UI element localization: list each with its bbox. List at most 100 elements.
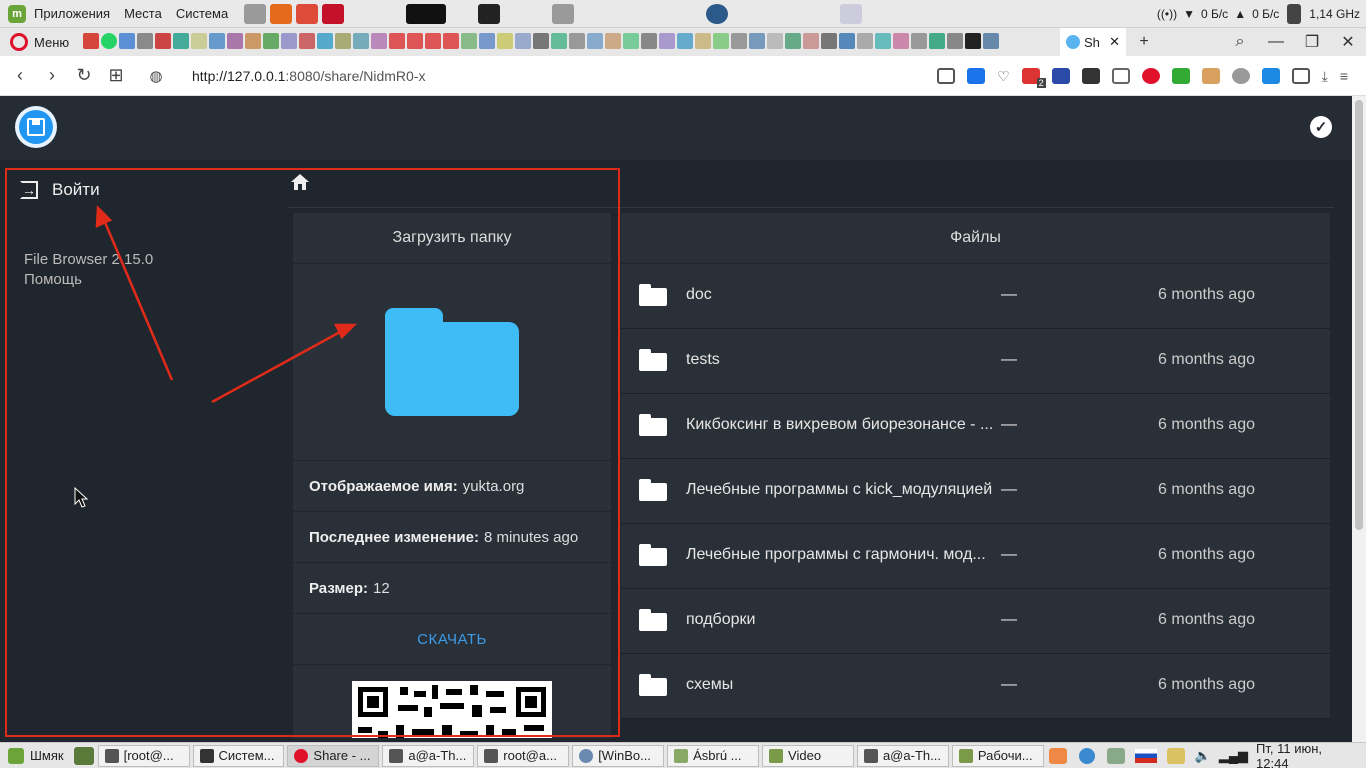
opera-logo-icon[interactable]	[10, 33, 28, 51]
file-row[interactable]: схемы — 6 months ago	[621, 654, 1330, 719]
reader-icon[interactable]	[1111, 67, 1130, 84]
opera-launcher-icon[interactable]	[322, 3, 345, 24]
tab-favicon[interactable]	[119, 33, 136, 49]
tab-share-active[interactable]: Sh ✕	[1060, 28, 1126, 56]
url-field[interactable]: http://127.0.0.1:8080/share/NidmR0-x	[192, 68, 425, 84]
tab-favicon[interactable]	[317, 33, 334, 49]
tab-favicon[interactable]	[209, 33, 226, 49]
tab-favicon[interactable]	[911, 33, 928, 49]
tab-favicon[interactable]	[821, 33, 838, 49]
tab-favicon[interactable]	[227, 33, 244, 49]
tab-favicon[interactable]	[641, 33, 658, 49]
tab-favicon[interactable]	[353, 33, 370, 49]
task-button[interactable]: a@a-Th...	[382, 744, 475, 767]
file-row[interactable]: Лечебные программы с гармонич. мод... — …	[621, 524, 1330, 589]
face-extension-icon[interactable]	[1201, 67, 1220, 84]
tab-favicon[interactable]	[515, 33, 532, 49]
tab-favicon[interactable]	[983, 33, 1000, 49]
tab-favicon[interactable]	[263, 33, 280, 49]
browser-menu-button[interactable]: Меню	[34, 35, 69, 50]
menu-dots-icon[interactable]: ≡	[1340, 68, 1348, 84]
tab-favicon[interactable]	[245, 33, 262, 49]
globe-icon[interactable]: ◍	[140, 67, 172, 85]
layers-icon[interactable]	[1261, 67, 1280, 84]
tab-favicon[interactable]	[533, 33, 550, 49]
tab-favicon[interactable]	[587, 33, 604, 49]
network-signal-icon[interactable]: ▂▄▆	[1219, 748, 1248, 764]
system-monitor-icon[interactable]	[406, 3, 447, 24]
version-link[interactable]: File Browser 2.15.0	[24, 250, 153, 270]
tab-favicon[interactable]	[137, 33, 154, 49]
menu-applications[interactable]: Приложения	[34, 6, 110, 21]
task-button[interactable]: a@a-Th...	[856, 744, 949, 767]
clock[interactable]: Пт, 11 июн, 12:44	[1256, 741, 1358, 768]
show-desktop-icon[interactable]	[73, 746, 94, 765]
home-icon[interactable]	[290, 172, 310, 192]
task-button[interactable]: Share - ...	[287, 744, 380, 767]
file-row[interactable]: tests — 6 months ago	[621, 329, 1330, 394]
tab-favicon[interactable]	[659, 33, 676, 49]
camera-icon[interactable]	[937, 67, 956, 84]
d-extension-icon[interactable]	[1051, 67, 1070, 84]
maximize-button[interactable]: ❐	[1294, 32, 1330, 52]
tab-favicon[interactable]	[929, 33, 946, 49]
tab-favicon[interactable]	[965, 33, 982, 49]
help-link[interactable]: Помощь	[24, 270, 153, 290]
gmail-icon[interactable]	[83, 33, 100, 49]
tab-favicon[interactable]	[947, 33, 964, 49]
tab-favicon[interactable]	[623, 33, 640, 49]
tab-favicon[interactable]	[497, 33, 514, 49]
download-button[interactable]: СКАЧАТЬ	[293, 614, 611, 665]
globe-icon[interactable]	[706, 3, 729, 24]
tab-favicon[interactable]	[785, 33, 802, 49]
tab-favicon[interactable]	[875, 33, 892, 49]
calculator-icon[interactable]	[552, 3, 575, 24]
chrome-icon[interactable]	[296, 3, 319, 24]
tab-favicon[interactable]	[605, 33, 622, 49]
tab-favicon[interactable]	[569, 33, 586, 49]
scrollbar-thumb[interactable]	[1355, 100, 1363, 530]
task-button[interactable]: Систем...	[192, 744, 285, 767]
tab-favicon[interactable]	[173, 33, 190, 49]
task-button[interactable]: Video	[762, 744, 854, 767]
task-button[interactable]: Ásbrú ...	[667, 744, 760, 767]
tab-favicon[interactable]	[677, 33, 694, 49]
tab-favicon[interactable]	[551, 33, 568, 49]
vpn-shield-icon[interactable]	[1171, 67, 1190, 84]
evernote-icon[interactable]	[1081, 67, 1100, 84]
tab-favicon[interactable]	[749, 33, 766, 49]
tab-favicon[interactable]	[389, 33, 406, 49]
select-check-icon[interactable]: ✓	[1310, 116, 1332, 138]
tab-favicon[interactable]	[479, 33, 496, 49]
close-tab-icon[interactable]: ✕	[1109, 34, 1120, 50]
reload-icon[interactable]: ↻	[68, 65, 100, 86]
mint-logo-icon[interactable]: m	[8, 4, 26, 23]
tab-favicon[interactable]	[335, 33, 352, 49]
close-window-button[interactable]: ✕	[1330, 32, 1366, 52]
menu-places[interactable]: Места	[124, 6, 162, 21]
tab-favicon[interactable]	[803, 33, 820, 49]
back-icon[interactable]: ‹	[4, 65, 36, 86]
opera-extension-icon[interactable]	[1141, 67, 1160, 84]
cube-icon[interactable]	[1291, 67, 1310, 84]
tab-favicon[interactable]	[731, 33, 748, 49]
tab-favicon[interactable]	[695, 33, 712, 49]
firefox-icon[interactable]	[270, 3, 293, 24]
tab-favicon[interactable]	[299, 33, 316, 49]
tab-favicon[interactable]	[191, 33, 208, 49]
new-tab-button[interactable]: +	[1126, 33, 1162, 51]
tab-favicon[interactable]	[839, 33, 856, 49]
tab-favicon[interactable]	[425, 33, 442, 49]
minimize-button[interactable]: —	[1258, 33, 1294, 51]
forward-icon[interactable]: ›	[36, 65, 68, 86]
start-menu-button[interactable]: Шмяк	[0, 747, 72, 764]
task-button[interactable]: root@a...	[477, 744, 570, 767]
search-tabs-icon[interactable]: ⌕	[1222, 33, 1258, 51]
task-button[interactable]: Рабочи...	[951, 744, 1044, 767]
lock-extension-icon[interactable]: 2	[1021, 67, 1046, 88]
file-row[interactable]: Кикбоксинг в вихревом биорезонансе - ...…	[621, 394, 1330, 459]
downloads-icon[interactable]: ⤓	[1322, 68, 1328, 84]
tab-favicon[interactable]	[857, 33, 874, 49]
tab-favicon[interactable]	[443, 33, 460, 49]
tab-favicon[interactable]	[893, 33, 910, 49]
